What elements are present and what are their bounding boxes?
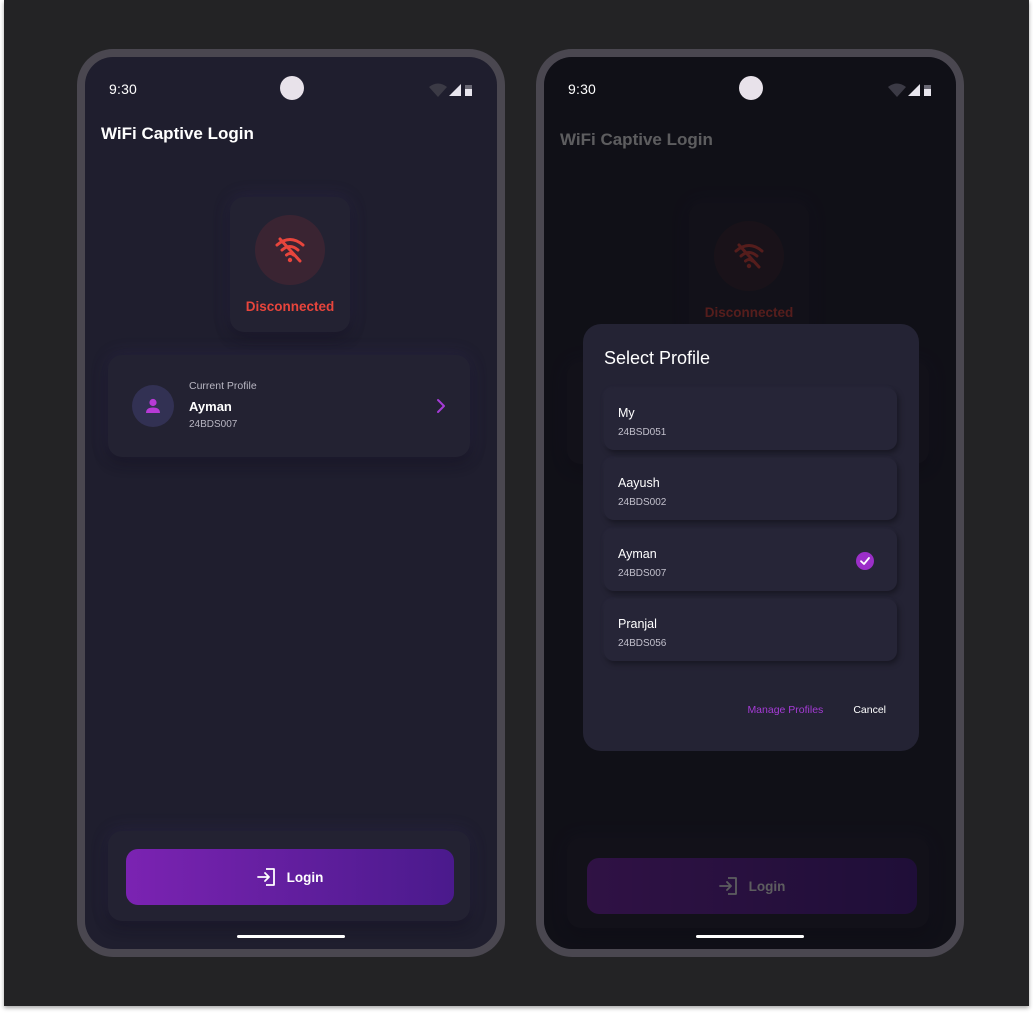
profile-option-id: 24BSD051 — [618, 427, 667, 438]
status-icons — [429, 83, 475, 97]
profile-option-selected[interactable]: Ayman 24BDS007 — [604, 529, 897, 591]
canvas: 9:30 WiFi Captive Login Disconnected Cur… — [4, 0, 1029, 1006]
wifi-signal-icon — [888, 83, 906, 97]
manage-profiles-button[interactable]: Manage Profiles — [747, 704, 823, 716]
cell-signal-icon — [449, 84, 461, 96]
current-profile-caption: Current Profile — [189, 380, 257, 392]
status-bar: 9:30 — [544, 57, 956, 117]
app-title: WiFi Captive Login — [101, 124, 254, 143]
home-indicator[interactable] — [237, 935, 345, 938]
dialog-title: Select Profile — [604, 348, 711, 368]
current-profile-id: 24BDS007 — [189, 419, 238, 430]
camera-cutout — [280, 76, 304, 100]
profile-option-name: Pranjal — [618, 617, 657, 631]
status-time: 9:30 — [568, 81, 597, 97]
dialog-screen: WiFi Captive Login Disconnected — [544, 57, 956, 949]
status-bar: 9:30 — [85, 57, 497, 117]
battery-icon — [465, 85, 472, 96]
current-profile-name: Ayman — [189, 399, 232, 414]
connection-status-label: Disconnected — [245, 299, 335, 314]
login-button-label: Login — [286, 869, 324, 885]
profile-option-id: 24BDS056 — [618, 638, 667, 649]
profile-option[interactable]: Aayush 24BDS002 — [604, 458, 897, 520]
login-button[interactable]: Login — [126, 849, 454, 905]
current-profile-card[interactable]: Current Profile Ayman 24BDS007 — [108, 355, 470, 457]
main-screen: 9:30 WiFi Captive Login Disconnected Cur… — [85, 57, 497, 949]
camera-cutout — [739, 76, 763, 100]
profile-option[interactable]: My 24BSD051 — [604, 388, 897, 450]
status-icons — [888, 83, 934, 97]
profile-option-id: 24BDS002 — [618, 497, 667, 508]
phone-frame-dialog: WiFi Captive Login Disconnected — [536, 49, 964, 957]
bottom-action-bar: Login — [108, 831, 470, 921]
profile-option-name: Ayman — [618, 547, 657, 561]
status-time: 9:30 — [109, 81, 138, 97]
profile-option-name: My — [618, 406, 635, 420]
cancel-button[interactable]: Cancel — [853, 704, 886, 716]
login-icon — [256, 868, 275, 886]
cell-signal-icon — [908, 84, 920, 96]
profile-option[interactable]: Pranjal 24BDS056 — [604, 599, 897, 661]
select-profile-dialog: Select Profile My 24BSD051 Aayush 24BDS0… — [583, 324, 919, 751]
battery-icon — [924, 85, 931, 96]
avatar — [132, 385, 174, 427]
phone-frame-main: 9:30 WiFi Captive Login Disconnected Cur… — [77, 49, 505, 957]
person-icon — [146, 398, 160, 413]
profile-option-id: 24BDS007 — [618, 568, 667, 579]
dialog-actions: Manage Profiles Cancel — [747, 704, 886, 716]
home-indicator[interactable] — [696, 935, 804, 938]
check-circle-icon — [856, 552, 874, 570]
wifi-status-badge — [255, 215, 325, 285]
wifi-signal-icon — [429, 83, 447, 97]
connection-status-card: Disconnected — [230, 197, 350, 332]
profile-option-name: Aayush — [618, 476, 660, 490]
chevron-right-icon — [437, 399, 445, 413]
wifi-off-icon — [275, 237, 305, 263]
